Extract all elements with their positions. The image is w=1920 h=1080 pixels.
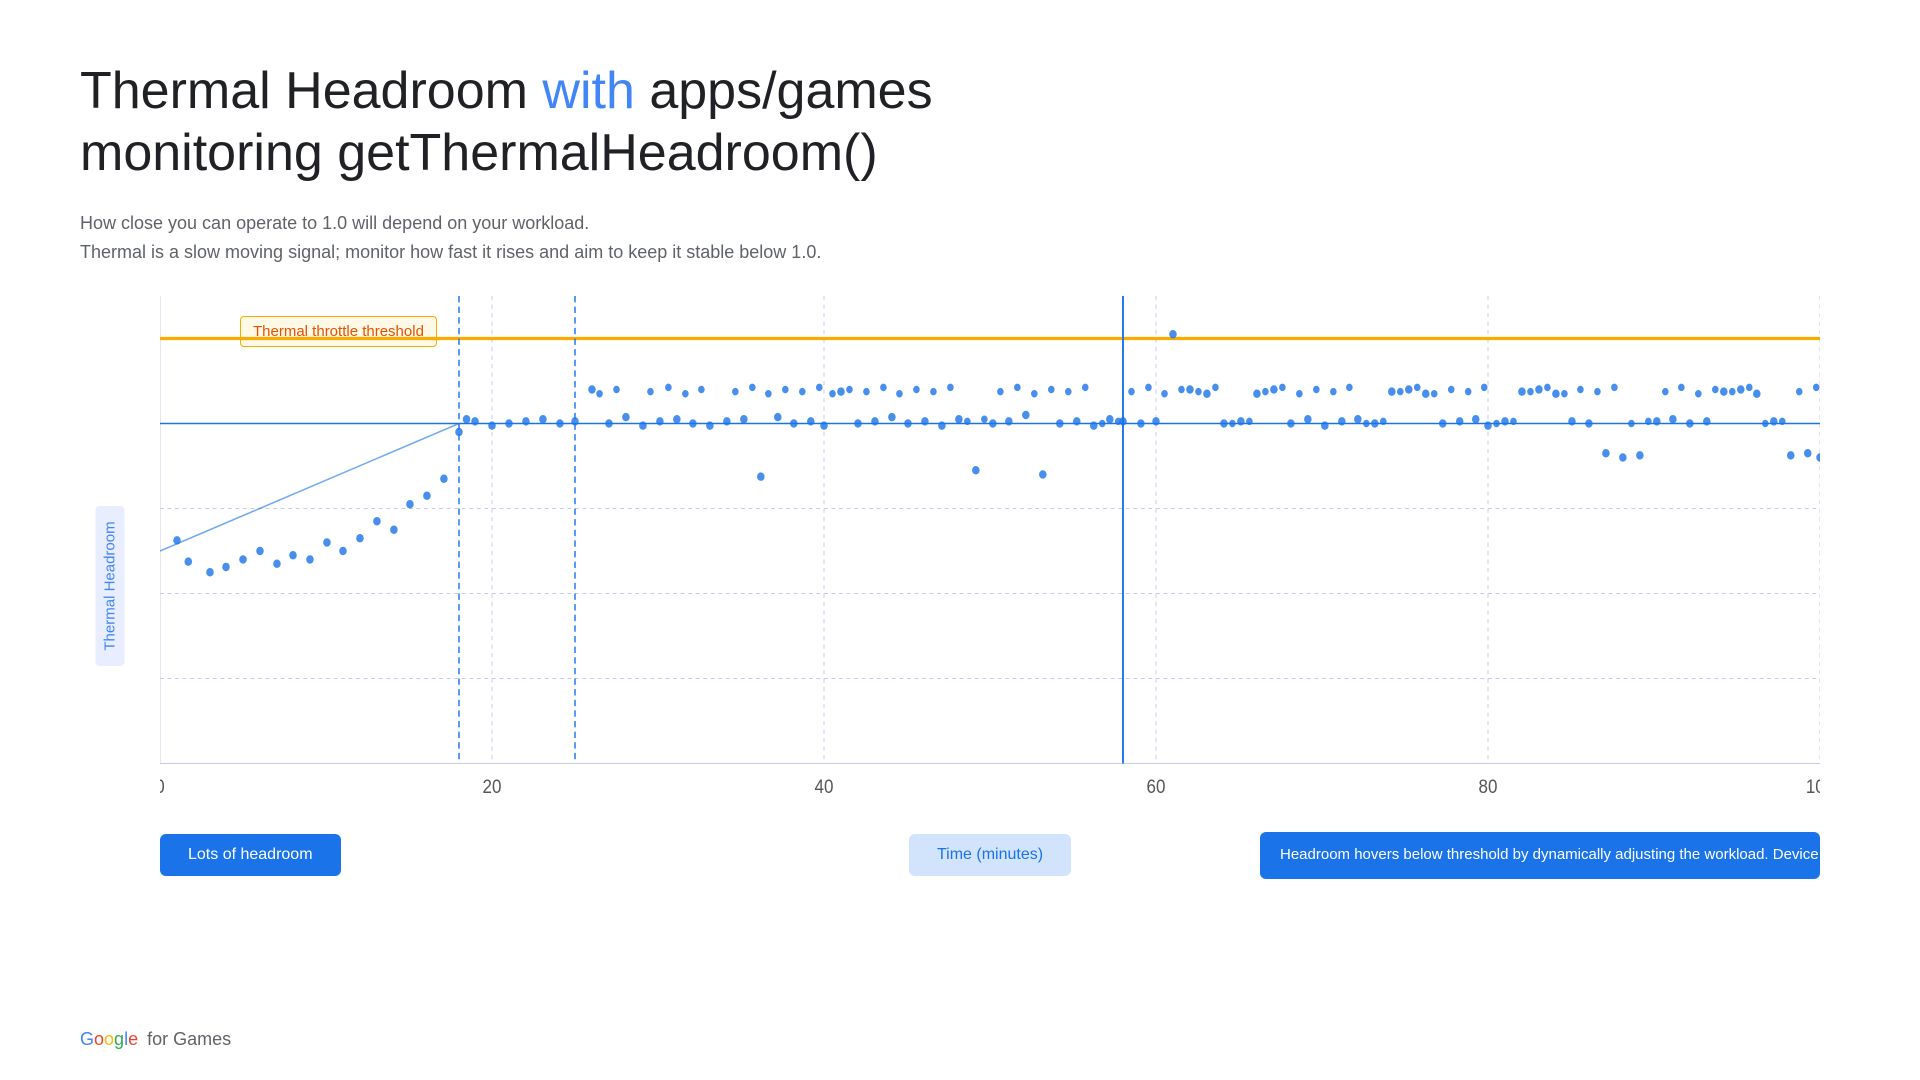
bottom-labels: Lots of headroom Time (minutes) Headroom… [160,834,1820,876]
google-e: e [128,1029,138,1049]
google-for-games: for Games [142,1029,231,1049]
title-with: with [542,62,634,120]
chart-wrapper: Thermal Headroom Thermal throttle thresh… [80,296,1840,876]
subtitle: How close you can operate to 1.0 will de… [80,209,1840,267]
label-lots-headroom: Lots of headroom [160,834,341,876]
svg-text:100: 100 [1806,777,1820,798]
google-logo: Google for Games [80,1029,231,1050]
page-container: Thermal Headroom with apps/games monitor… [0,0,1920,916]
title-part2: apps/games [635,62,933,120]
svg-text:0: 0 [160,777,165,798]
chart-svg: 0.0 0.2 0.4 0.6 0.8 1.0 0 20 40 60 80 10… [160,296,1820,806]
subtitle-line1: How close you can operate to 1.0 will de… [80,209,1840,238]
google-g2: g [114,1029,124,1049]
title-part1: Thermal Headroom [80,62,542,120]
y-axis-label: Thermal Headroom [96,506,125,666]
google-g: G [80,1029,94,1049]
google-o1: o [94,1029,104,1049]
svg-text:20: 20 [483,777,502,798]
chart-area: 0.0 0.2 0.4 0.6 0.8 1.0 0 20 40 60 80 10… [160,296,1820,806]
label-time-minutes: Time (minutes) [909,834,1071,876]
label-adpf-headroom: Headroom hovers below threshold by dynam… [1260,832,1820,879]
title-line2: monitoring getThermalHeadroom() [80,124,878,182]
google-o2: o [104,1029,114,1049]
subtitle-line2: Thermal is a slow moving signal; monitor… [80,238,1840,267]
svg-text:40: 40 [815,777,834,798]
page-title: Thermal Headroom with apps/games monitor… [80,60,1840,185]
svg-text:60: 60 [1147,777,1166,798]
svg-text:80: 80 [1479,777,1498,798]
